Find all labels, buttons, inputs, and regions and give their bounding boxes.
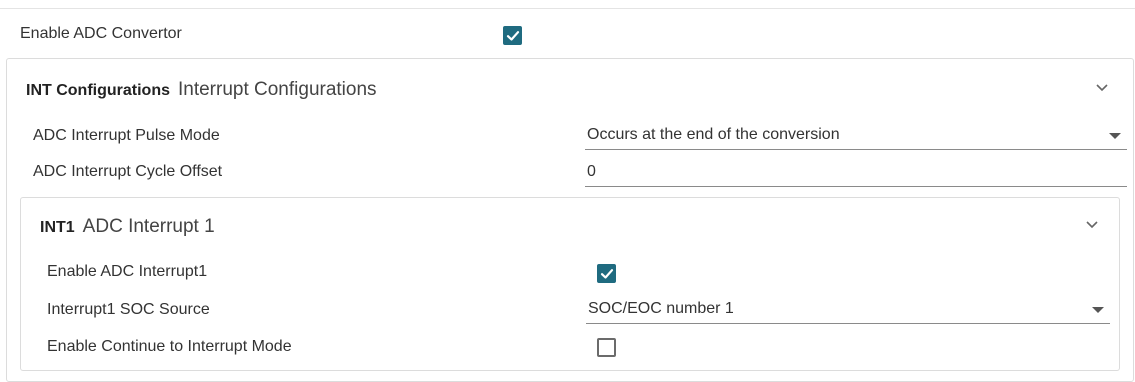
int-configurations-panel: INT Configurations Interrupt Configuratio… <box>6 58 1134 382</box>
enable-adc-label: Enable ADC Convertor <box>20 25 182 42</box>
chevron-down-icon[interactable] <box>1095 83 1109 93</box>
soc-source-select[interactable]: SOC/EOC number 1 <box>586 296 1110 324</box>
top-divider <box>0 8 1135 9</box>
enable-adc-checkbox[interactable] <box>503 26 522 45</box>
continue-interrupt-label: Enable Continue to Interrupt Mode <box>47 338 292 355</box>
pulse-mode-value: Occurs at the end of the conversion <box>587 126 840 143</box>
cycle-offset-label: ADC Interrupt Cycle Offset <box>33 163 223 180</box>
int1-title: ADC Interrupt 1 <box>82 216 215 237</box>
soc-source-label: Interrupt1 SOC Source <box>47 301 210 318</box>
int-configurations-code: INT Configurations <box>26 82 170 99</box>
int1-code: INT1 <box>40 219 75 236</box>
dropdown-arrow-icon <box>1109 133 1121 139</box>
check-icon <box>506 31 520 41</box>
chevron-down-icon[interactable] <box>1085 220 1099 230</box>
dropdown-arrow-icon <box>1092 307 1104 313</box>
check-icon <box>600 269 614 279</box>
enable-interrupt1-label: Enable ADC Interrupt1 <box>47 263 208 280</box>
int-configurations-title: Interrupt Configurations <box>177 79 377 100</box>
continue-interrupt-checkbox[interactable] <box>597 338 616 357</box>
int1-header[interactable]: INT1 ADC Interrupt 1 <box>40 216 215 238</box>
enable-interrupt1-checkbox[interactable] <box>597 264 616 283</box>
int-configurations-header[interactable]: INT Configurations Interrupt Configuratio… <box>26 79 377 101</box>
cycle-offset-value: 0 <box>587 163 596 180</box>
cycle-offset-input[interactable]: 0 <box>585 159 1127 187</box>
soc-source-value: SOC/EOC number 1 <box>588 300 734 317</box>
int1-panel: INT1 ADC Interrupt 1 Enable ADC Interrupt… <box>20 197 1120 371</box>
pulse-mode-label: ADC Interrupt Pulse Mode <box>33 127 220 144</box>
pulse-mode-select[interactable]: Occurs at the end of the conversion <box>585 122 1127 150</box>
